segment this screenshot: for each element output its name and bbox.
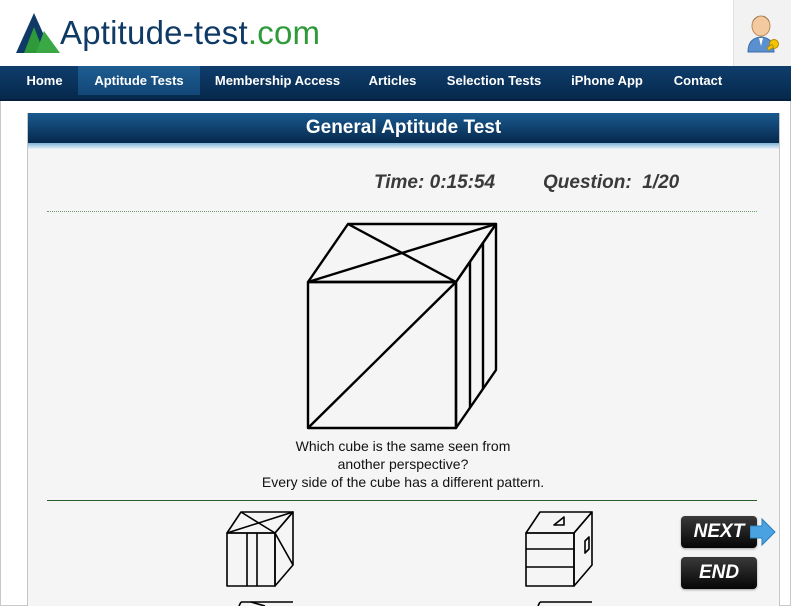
question-line-2: another perspective?	[337, 456, 469, 472]
arrow-right-icon[interactable]	[750, 517, 776, 547]
next-button[interactable]: NEXT	[681, 516, 757, 548]
answer-option-b[interactable]	[524, 509, 596, 589]
divider-bottom	[47, 500, 757, 501]
end-button[interactable]: END	[681, 557, 757, 589]
main-cube-figure	[306, 222, 498, 430]
question-value: 1/20	[642, 172, 680, 193]
title-shadow	[28, 143, 779, 149]
divider-top	[47, 211, 757, 212]
triangle-logo-icon[interactable]	[16, 13, 60, 60]
nav-item-contact[interactable]: Contact	[662, 66, 734, 95]
answer-option-a[interactable]	[225, 509, 297, 589]
question-line-3: Every side of the cube has a different p…	[261, 474, 545, 490]
nav-item-aptitude-tests[interactable]: Aptitude Tests	[78, 66, 200, 95]
site-logo-text[interactable]: Aptitude-test.com	[60, 14, 320, 52]
question-counter: Question: 1/20	[543, 172, 679, 194]
nav-item-articles[interactable]: Articles	[355, 66, 430, 95]
logo-text-secondary: .com	[247, 14, 321, 51]
time-label: Time:	[374, 172, 425, 193]
user-key-icon	[747, 15, 779, 53]
question-label: Question:	[543, 172, 632, 193]
test-title: General Aptitude Test	[28, 113, 779, 143]
time-value: 0:15:54	[429, 172, 496, 193]
timer: Time: 0:15:54	[374, 172, 495, 194]
answer-option-d[interactable]	[524, 598, 596, 606]
user-account-button[interactable]	[733, 0, 791, 66]
logo-text-primary: Aptitude-test	[60, 14, 248, 51]
answer-option-c[interactable]	[225, 598, 297, 606]
site-header: Aptitude-test.com	[0, 0, 791, 66]
question-line-1: Which cube is the same seen from	[295, 438, 511, 454]
nav-item-iphone-app[interactable]: iPhone App	[560, 66, 654, 95]
nav-item-membership-access[interactable]: Membership Access	[205, 66, 350, 95]
main-nav: Home Aptitude Tests Membership Access Ar…	[0, 66, 791, 101]
nav-item-home[interactable]: Home	[16, 66, 73, 95]
nav-item-selection-tests[interactable]: Selection Tests	[437, 66, 551, 95]
